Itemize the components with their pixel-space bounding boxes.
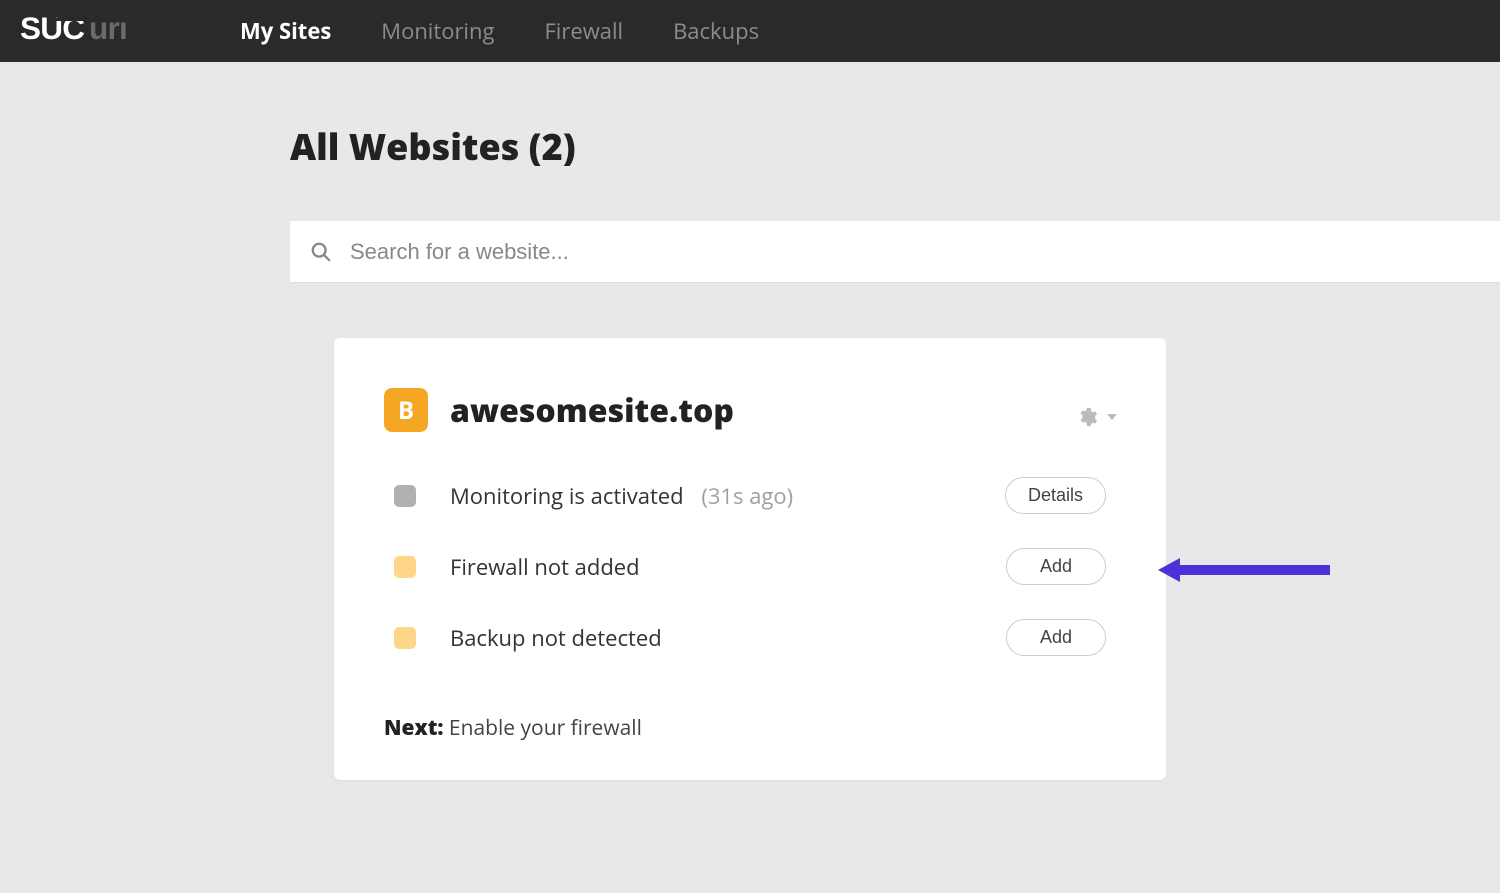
top-nav: SUC uri My Sites Monitoring Firewall Bac… — [0, 0, 1500, 62]
status-row-firewall: Firewall not added Add — [384, 548, 1116, 585]
status-icon — [394, 556, 416, 578]
card-header: B awesomesite.top — [384, 388, 1116, 432]
search-bar[interactable] — [290, 221, 1500, 283]
gear-icon — [1076, 406, 1098, 428]
next-label: Next: — [384, 714, 443, 742]
nav-items: My Sites Monitoring Firewall Backups — [240, 16, 759, 46]
site-name[interactable]: awesomesite.top — [450, 389, 734, 432]
caret-down-icon — [1106, 411, 1118, 423]
page-title: All Websites (2) — [290, 122, 1500, 171]
status-text: Firewall not added — [450, 552, 1006, 582]
next-step: Next: Enable your firewall — [384, 714, 1116, 742]
site-settings-menu[interactable] — [1076, 406, 1118, 428]
nav-item-firewall[interactable]: Firewall — [544, 16, 623, 46]
status-text: Monitoring is activated (31s ago) — [450, 481, 1005, 511]
nav-item-my-sites[interactable]: My Sites — [240, 16, 331, 46]
status-row-backup: Backup not detected Add — [384, 619, 1116, 656]
search-icon — [310, 241, 332, 263]
nav-item-backups[interactable]: Backups — [673, 16, 759, 46]
details-button[interactable]: Details — [1005, 477, 1106, 514]
add-backup-button[interactable]: Add — [1006, 619, 1106, 656]
site-badge: B — [384, 388, 428, 432]
status-text: Backup not detected — [450, 623, 1006, 653]
add-firewall-button[interactable]: Add — [1006, 548, 1106, 585]
status-row-monitoring: Monitoring is activated (31s ago) Detail… — [384, 477, 1116, 514]
status-icon — [394, 627, 416, 649]
status-label: Firewall not added — [450, 552, 640, 582]
search-input[interactable] — [350, 239, 1480, 265]
sucuri-logo-icon: SUC uri — [20, 6, 185, 51]
status-label: Monitoring is activated — [450, 481, 684, 511]
status-label: Backup not detected — [450, 623, 662, 653]
status-time: (31s ago) — [701, 481, 793, 511]
page-content: All Websites (2) B awesomesite.top Monit… — [0, 62, 1500, 780]
logo[interactable]: SUC uri — [20, 6, 185, 51]
next-text: Enable your firewall — [449, 714, 642, 742]
status-icon — [394, 485, 416, 507]
nav-item-monitoring[interactable]: Monitoring — [381, 16, 494, 46]
site-card: B awesomesite.top Monitoring is activate… — [334, 338, 1166, 780]
